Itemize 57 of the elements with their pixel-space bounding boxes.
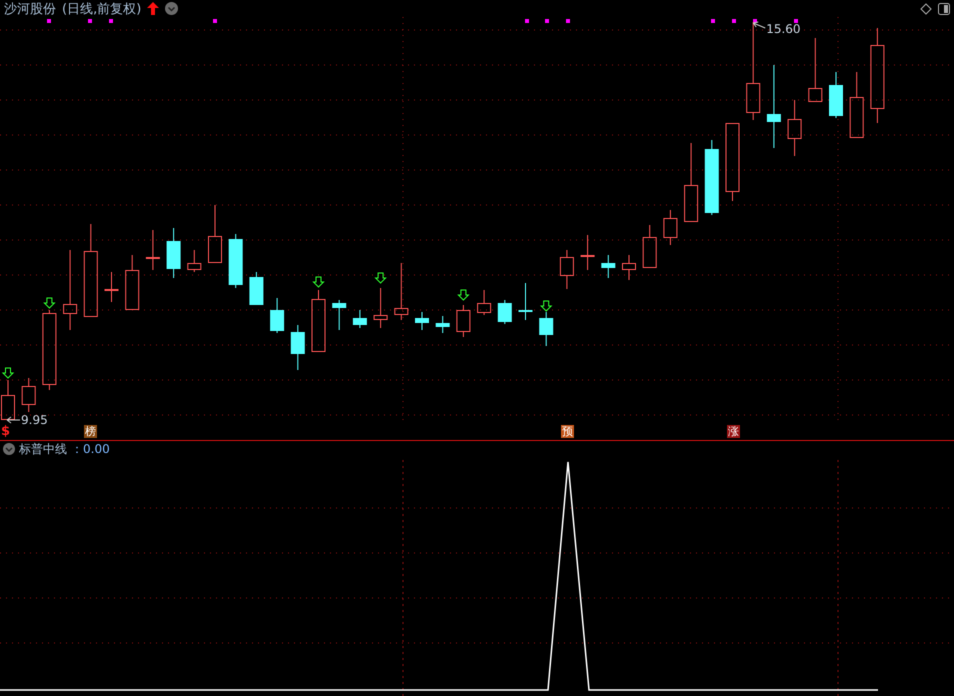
leader-line — [6, 416, 20, 424]
candlestick — [208, 204, 222, 263]
candlestick — [622, 254, 636, 280]
period-label: (日线,前复权) — [62, 0, 142, 18]
candlestick — [829, 72, 843, 118]
candlestick — [601, 254, 616, 278]
candlestick — [166, 228, 181, 278]
down-arrow-icon — [540, 300, 552, 312]
candlestick — [808, 38, 822, 102]
candlestick — [518, 282, 532, 320]
indicator-name: 标普中线 — [19, 440, 67, 458]
candlestick — [539, 312, 554, 346]
candlestick — [850, 72, 864, 138]
price-label: 15.60 — [766, 22, 801, 36]
candlestick — [332, 300, 346, 330]
indicator-value: ：0.00 — [71, 440, 110, 458]
signal-badge: 预 — [561, 425, 574, 438]
candlestick — [560, 250, 574, 290]
candlestick — [374, 288, 388, 328]
candlestick — [1, 380, 15, 420]
chevron-down-icon[interactable] — [3, 443, 15, 455]
candlestick — [352, 310, 367, 328]
candlestick — [394, 262, 408, 320]
leader-line — [752, 22, 766, 28]
candlestick — [477, 290, 492, 316]
signal-badge: 涨 — [727, 425, 740, 438]
stock-title: 沙河股份 — [4, 0, 56, 18]
candlestick — [270, 298, 284, 334]
candlestick — [642, 224, 657, 268]
candlestick — [663, 210, 678, 246]
candlestick — [187, 250, 202, 272]
candlestick — [290, 324, 305, 370]
candlestick — [436, 316, 450, 334]
down-arrow-icon — [43, 298, 56, 309]
up-arrow-icon — [147, 2, 160, 15]
down-arrow-icon — [312, 276, 325, 288]
candlestick — [22, 378, 36, 412]
candlestick — [104, 272, 118, 302]
candlestick — [312, 290, 326, 352]
down-arrow-icon — [374, 272, 387, 284]
candlestick — [580, 234, 595, 270]
price-label: 9.95 — [21, 413, 48, 425]
chevron-down-icon[interactable] — [165, 2, 178, 15]
panel-toggle-icon[interactable] — [938, 2, 950, 14]
signal-badge: 榜 — [84, 425, 97, 438]
candlestick — [415, 312, 429, 330]
candlestick — [498, 300, 512, 324]
down-arrow-icon — [457, 290, 470, 301]
candlestick — [456, 304, 470, 338]
signal-mark: $ — [1, 425, 10, 438]
candlestick — [788, 100, 802, 156]
candlestick — [146, 230, 160, 270]
candlestick — [228, 234, 243, 288]
diamond-icon[interactable] — [920, 2, 932, 14]
candlestick — [125, 254, 140, 310]
down-arrow-icon — [2, 368, 14, 379]
candlestick — [249, 272, 264, 305]
